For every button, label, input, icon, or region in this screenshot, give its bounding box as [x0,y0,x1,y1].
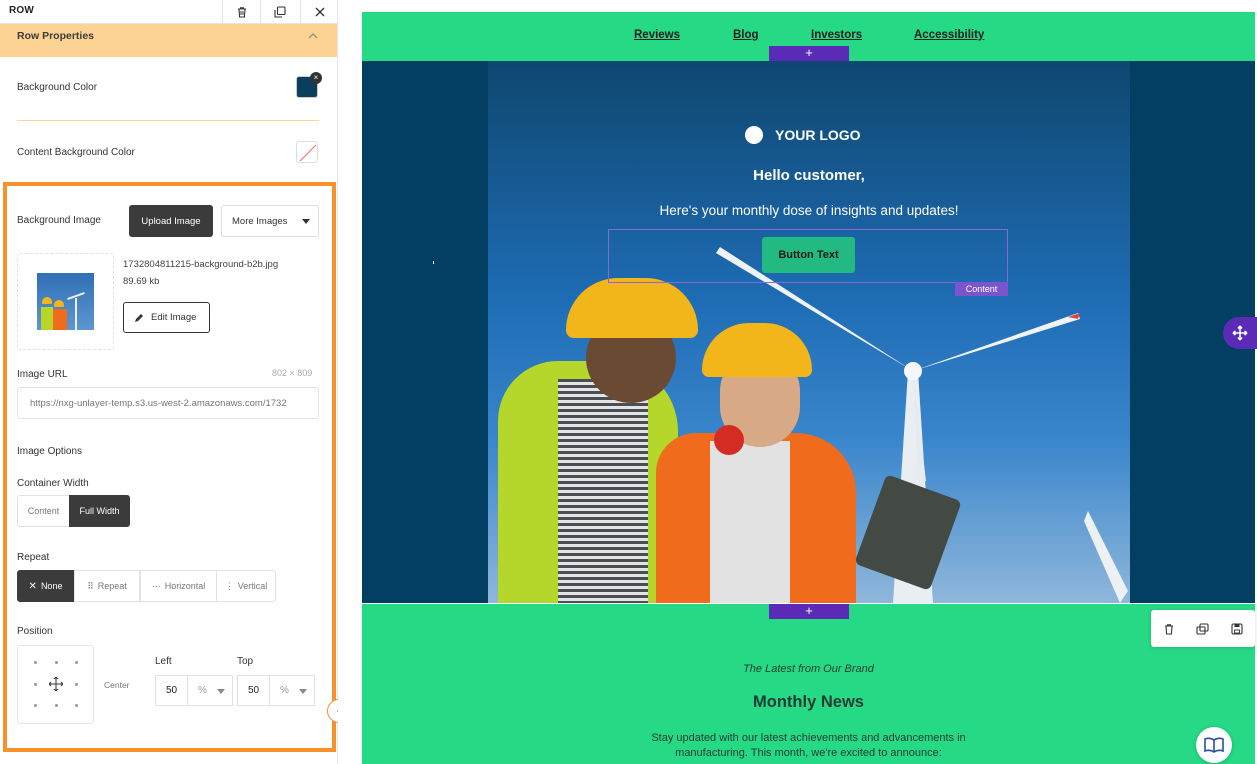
trash-icon [237,7,246,18]
caret-down-icon [302,219,310,224]
pencil-icon [135,313,143,322]
more-images-dropdown[interactable]: More Images [221,205,319,237]
image-thumbnail [37,273,94,330]
background-color-label: Background Color [17,82,98,93]
more-images-label: More Images [232,215,288,227]
divider [17,120,319,121]
body-line-1[interactable]: Stay updated with our latest achievement… [362,732,1255,744]
file-name: 1732804811215-background-b2b.jpg [123,259,279,270]
top-value-input[interactable]: 50 [237,675,270,706]
nav-link-accessibility[interactable]: Accessibility [914,29,984,41]
repeat-repeat[interactable]: ⠿ Repeat [74,570,140,602]
position-grid[interactable] [17,645,94,724]
container-width-content[interactable]: Content [17,495,70,527]
edit-image-button[interactable]: Edit Image [123,302,210,333]
add-row-above-button[interactable]: + [769,46,849,61]
properties-panel: ROW Row Properties Background Color × Co… [0,0,338,764]
subtitle-text[interactable]: Here's your monthly dose of insights and… [488,203,1130,218]
content-bg-color-label: Content Background Color [17,147,135,158]
image-thumbnail-frame[interactable] [17,253,114,350]
edit-image-label: Edit Image [151,312,197,323]
upload-image-button[interactable]: Upload Image [129,205,213,237]
chevron-up-icon [308,33,318,39]
news-row[interactable]: The Latest from Our Brand Monthly News S… [362,604,1255,764]
panel-title: ROW [9,5,35,16]
content-tag: Content [955,282,1008,296]
worker-right-shirt [710,441,790,603]
ear-protector [714,425,744,455]
caret-down-icon [217,689,225,694]
left-unit-select[interactable]: % [187,675,233,706]
row-toolbar [1151,610,1255,647]
dots-horizontal-icon: ⋯ [151,580,161,591]
panel-toolbar: ROW [0,0,337,24]
body-line-2[interactable]: manufacturing. This month, we're excited… [362,747,1255,759]
left-value-input[interactable]: 50 [155,675,188,706]
duplicate-button[interactable] [260,0,298,24]
content-bg-color-swatch[interactable] [296,141,318,163]
image-url-label: Image URL [17,369,68,380]
book-icon [1204,737,1224,753]
repeat-repeat-label: Repeat [97,581,127,591]
section-title: Row Properties [17,30,95,42]
repeat-vertical-label: Vertical [237,581,268,591]
top-unit-select[interactable]: % [269,675,315,706]
help-book-button[interactable] [1196,727,1232,763]
x-icon: ✕ [28,580,37,592]
move-icon [1232,325,1248,341]
save-icon[interactable] [1231,623,1243,635]
image-options-label: Image Options [17,446,83,457]
repeat-label: Repeat [17,552,50,563]
logo-text: YOUR LOGO [775,127,861,143]
copy-icon[interactable] [1196,623,1209,635]
container-width-label: Container Width [17,478,89,489]
top-label: Top [237,656,254,667]
hero-row[interactable]: YOUR LOGO Hello customer, Here's your mo… [362,61,1255,603]
nav-link-investors[interactable]: Investors [811,29,862,41]
caret-down-icon [299,689,307,694]
left-label: Left [155,656,172,667]
container-width-full[interactable]: Full Width [69,495,130,527]
top-unit: % [280,685,289,696]
nav-link-reviews[interactable]: Reviews [634,29,680,41]
grid-icon: ⠿ [87,580,94,591]
email-canvas: Reviews Blog Investors Accessibility + Y… [338,0,1257,764]
image-dimensions: 802 × 809 [272,368,313,378]
row-properties-header[interactable]: Row Properties [0,24,337,57]
close-button[interactable] [300,0,337,24]
delete-button[interactable] [222,0,260,24]
position-value: Center [104,680,130,690]
repeat-horizontal[interactable]: ⋯ Horizontal [140,570,217,602]
add-row-below-button[interactable]: + [769,604,849,619]
logo-circle-icon [745,126,763,144]
close-icon [315,7,324,17]
repeat-vertical[interactable]: ⋮ Vertical [216,570,276,602]
copy-icon [273,6,286,18]
background-image-label: Background Image [17,215,101,226]
no-color-icon [299,144,317,162]
greeting-heading[interactable]: Hello customer, [488,167,1130,184]
dots-vertical-icon: ⋮ [224,580,234,591]
move-cursor-icon [49,677,63,691]
position-label: Position [17,626,53,637]
repeat-none[interactable]: ✕ None [17,570,74,602]
file-size: 89.69 kb [123,276,160,287]
drag-handle[interactable] [1223,317,1257,349]
cursor-mark [433,261,434,264]
repeat-horizontal-label: Horizontal [164,581,206,591]
trash-icon[interactable] [1163,623,1175,635]
cta-button[interactable]: Button Text [762,237,855,273]
news-title[interactable]: Monthly News [362,693,1255,712]
worker-left-shirt [558,379,648,603]
image-url-input[interactable]: https://nxg-unlayer-temp.s3.us-west-2.am… [17,387,319,419]
eyebrow-text[interactable]: The Latest from Our Brand [362,663,1255,675]
left-unit: % [198,685,207,696]
nav-link-blog[interactable]: Blog [733,29,759,41]
repeat-none-label: None [40,581,63,591]
clear-color-icon[interactable]: × [310,72,322,84]
